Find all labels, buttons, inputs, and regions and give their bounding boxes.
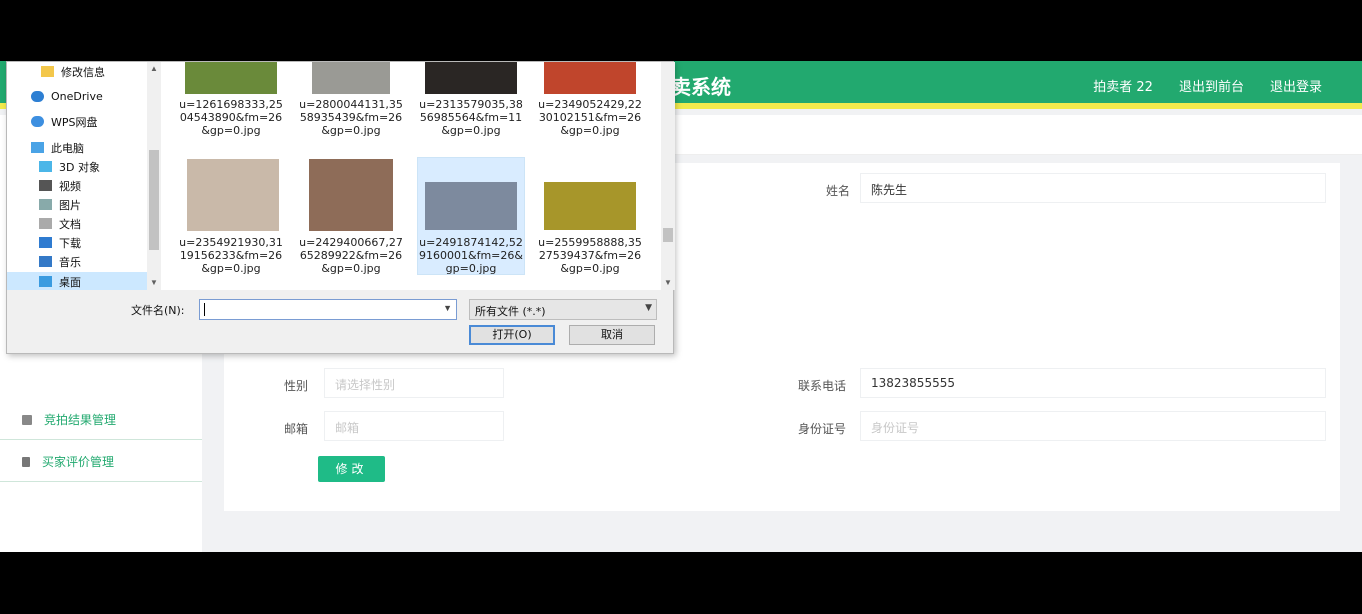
- file-name[interactable]: u=2313579035,3856985564&fm=11&gp=0.jpg: [416, 98, 526, 137]
- header-links: 拍卖者 22 退出到前台 退出登录: [1093, 76, 1322, 95]
- filename-label: 文件名(N):: [131, 304, 185, 317]
- file-name[interactable]: u=2354921930,3119156233&fm=26&gp=0.jpg: [176, 236, 286, 275]
- id-number-field[interactable]: 身份证号: [860, 411, 1326, 441]
- sidebar-item-label: 买家评价管理: [42, 455, 115, 469]
- cloud-icon: [31, 91, 44, 102]
- email-label: 邮箱: [283, 422, 308, 436]
- cube-icon: [39, 161, 52, 172]
- flag-icon: [22, 456, 30, 467]
- cloud-icon: [31, 116, 44, 127]
- file-thumbnail[interactable]: [312, 62, 390, 94]
- screen: 卖系统 拍卖者 22 退出到前台 退出登录 竞拍结果管理 买家评价管理 姓名 陈…: [0, 0, 1362, 614]
- file-name[interactable]: u=2491874142,529160001&fm=26&gp=0.jpg: [416, 236, 526, 275]
- file-type-select[interactable]: 所有文件 (*.*) ▼: [469, 299, 657, 320]
- file-thumbnail[interactable]: [544, 62, 636, 94]
- open-button[interactable]: 打开(O): [469, 325, 555, 345]
- folder-icon: [41, 66, 54, 77]
- nav-item-3d[interactable]: 3D 对象: [7, 157, 147, 176]
- sidebar-item-label: 竞拍结果管理: [44, 413, 117, 427]
- nav-item-label: 图片: [59, 198, 81, 212]
- name-label: 姓名: [825, 184, 850, 198]
- nav-item-label: 此电脑: [51, 141, 84, 155]
- nav-item-label: 下载: [59, 236, 81, 250]
- file-name[interactable]: u=2429400667,2765289922&fm=26&gp=0.jpg: [296, 236, 406, 275]
- nav-item-label: 修改信息: [61, 65, 105, 79]
- sidebar-item-auction-results[interactable]: 竞拍结果管理: [0, 400, 202, 440]
- nav-item-documents[interactable]: 文档: [7, 214, 147, 233]
- nav-item-downloads[interactable]: 下载: [7, 233, 147, 252]
- nav-item-videos[interactable]: 视频: [7, 176, 147, 195]
- email-field[interactable]: 邮箱: [324, 411, 504, 441]
- gender-select[interactable]: 请选择性别: [324, 368, 504, 398]
- list-icon: [22, 414, 32, 425]
- nav-item-label: OneDrive: [51, 90, 103, 103]
- submit-edit-button[interactable]: 修改: [318, 456, 385, 482]
- nav-item-label: 3D 对象: [59, 160, 100, 174]
- file-name[interactable]: u=2349052429,2230102151&fm=26&gp=0.jpg: [535, 98, 645, 137]
- music-icon: [39, 256, 52, 267]
- file-thumbnail[interactable]: [425, 182, 517, 230]
- phone-field[interactable]: 13823855555: [860, 368, 1326, 398]
- file-name[interactable]: u=2800044131,3558935439&fm=26&gp=0.jpg: [296, 98, 406, 137]
- sidebar-item-buyer-reviews[interactable]: 买家评价管理: [0, 442, 202, 482]
- nav-item-folder[interactable]: 修改信息: [7, 62, 147, 81]
- nav-item-label: 桌面: [59, 275, 81, 289]
- header-link-frontend[interactable]: 退出到前台: [1179, 76, 1244, 95]
- nav-item-label: 文档: [59, 217, 81, 231]
- chevron-down-icon[interactable]: ▼: [645, 303, 652, 313]
- nav-pane: 修改信息 OneDrive WPS网盘 此电脑 3D 对象 视频 图片 文档 下…: [7, 62, 161, 290]
- nav-item-desktop[interactable]: 桌面: [7, 272, 147, 290]
- id-number-label: 身份证号: [797, 422, 846, 436]
- text-caret: [204, 303, 205, 316]
- header-link-logout[interactable]: 退出登录: [1270, 76, 1322, 95]
- file-open-dialog: 修改信息 OneDrive WPS网盘 此电脑 3D 对象 视频 图片 文档 下…: [6, 61, 675, 354]
- file-list-scrollbar[interactable]: ▼: [661, 62, 675, 290]
- file-thumbnail[interactable]: [544, 182, 636, 230]
- nav-item-label: 视频: [59, 179, 81, 193]
- file-list: u=1261698333,2504543890&fm=26&gp=0.jpg u…: [161, 62, 661, 290]
- file-name[interactable]: u=1261698333,2504543890&fm=26&gp=0.jpg: [176, 98, 286, 137]
- desktop-icon: [39, 276, 52, 287]
- nav-item-pictures[interactable]: 图片: [7, 195, 147, 214]
- nav-item-wps[interactable]: WPS网盘: [7, 112, 147, 131]
- file-thumbnail[interactable]: [309, 159, 393, 231]
- scroll-up-icon[interactable]: ▲: [150, 64, 158, 73]
- app-title: 卖系统: [671, 75, 731, 99]
- phone-label: 联系电话: [797, 379, 846, 393]
- filename-input[interactable]: ▼: [199, 299, 457, 320]
- nav-item-label: WPS网盘: [51, 115, 98, 129]
- nav-item-this-pc[interactable]: 此电脑: [7, 138, 147, 157]
- computer-icon: [31, 142, 44, 153]
- file-name[interactable]: u=2559958888,3527539437&fm=26&gp=0.jpg: [535, 236, 645, 275]
- video-icon: [39, 180, 52, 191]
- file-type-value: 所有文件 (*.*): [475, 305, 546, 318]
- document-icon: [39, 218, 52, 229]
- scroll-down-icon[interactable]: ▼: [664, 278, 672, 287]
- picture-icon: [39, 199, 52, 210]
- cancel-button[interactable]: 取消: [569, 325, 655, 345]
- nav-item-label: 音乐: [59, 255, 81, 269]
- file-thumbnail[interactable]: [425, 62, 517, 94]
- file-thumbnail[interactable]: [187, 159, 279, 231]
- chevron-down-icon[interactable]: ▼: [443, 303, 452, 313]
- download-icon: [39, 237, 52, 248]
- file-list-scroll-thumb[interactable]: [663, 228, 673, 242]
- gender-label: 性别: [283, 379, 308, 393]
- scroll-down-icon[interactable]: ▼: [150, 278, 158, 287]
- header-link-user[interactable]: 拍卖者 22: [1093, 76, 1153, 95]
- nav-item-music[interactable]: 音乐: [7, 252, 147, 271]
- nav-item-onedrive[interactable]: OneDrive: [7, 87, 147, 106]
- nav-scroll-thumb[interactable]: [149, 150, 159, 250]
- name-field[interactable]: 陈先生: [860, 173, 1326, 203]
- file-thumbnail[interactable]: [185, 62, 277, 94]
- nav-scrollbar[interactable]: ▲ ▼: [147, 62, 161, 290]
